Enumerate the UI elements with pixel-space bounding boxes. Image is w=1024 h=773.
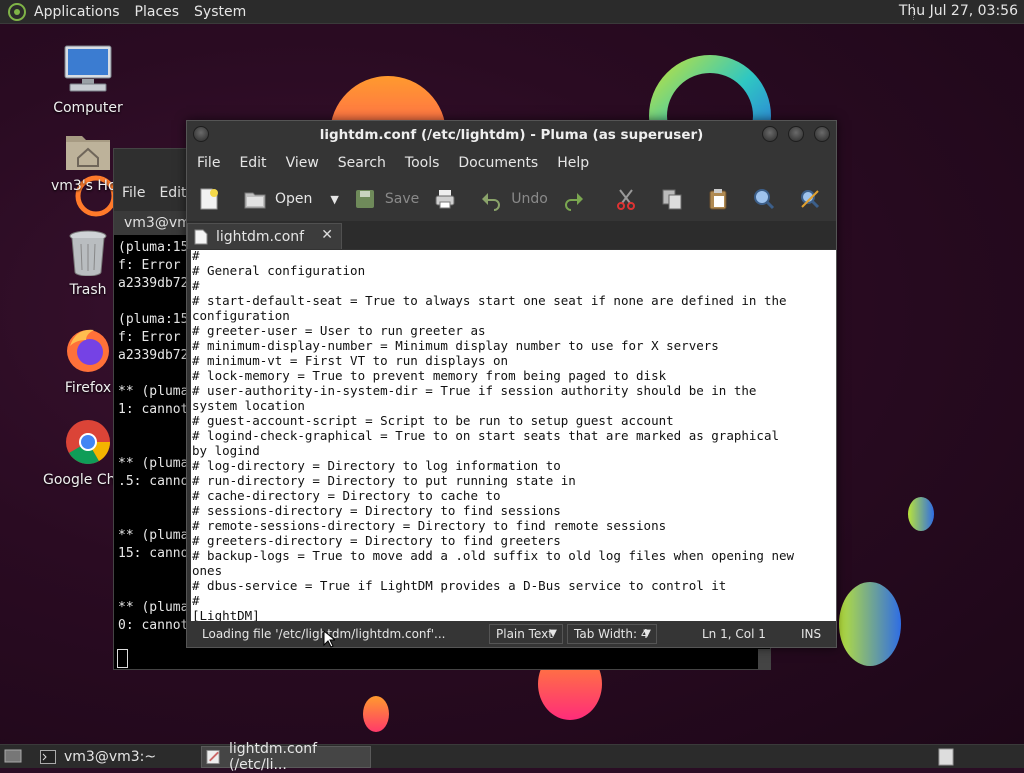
text-editor[interactable]: # # General configuration # # start-defa… [191, 250, 836, 622]
menu-help[interactable]: Help [557, 155, 589, 171]
mouse-pointer-icon [323, 630, 335, 648]
taskbar-item-terminal[interactable]: vm3@vm3:~ [36, 746, 196, 768]
tab-close-icon[interactable]: ✕ [321, 227, 333, 243]
menu-places[interactable]: Places [135, 4, 180, 20]
copy-button[interactable] [660, 187, 692, 211]
terminal-output: (pluma:15 f: Error a2339db72 (pluma:15 f… [118, 240, 189, 633]
chevron-down-icon: ▼ [549, 628, 557, 639]
cut-button[interactable] [614, 187, 646, 211]
save-icon [355, 190, 374, 208]
pluma-titlebar[interactable]: lightdm.conf (/etc/lightdm) - Pluma (as … [187, 121, 836, 149]
terminal-menu-file[interactable]: File [122, 185, 145, 201]
taskbar-item-pluma[interactable]: lightdm.conf (/etc/li... [201, 741, 371, 773]
terminal-icon [40, 750, 56, 764]
undo-button[interactable]: Undo [479, 187, 548, 211]
text-editor-icon [206, 749, 220, 765]
window-title: lightdm.conf (/etc/lightdm) - Pluma (as … [319, 127, 704, 143]
chrome-icon [66, 420, 110, 464]
find-replace-icon [800, 190, 819, 209]
chevron-down-icon: ▼ [643, 628, 651, 639]
redo-button[interactable] [562, 187, 594, 211]
show-desktop-icon[interactable] [4, 748, 22, 764]
open-folder-icon [244, 192, 266, 209]
maximize-button[interactable] [788, 126, 804, 142]
desktop-icon-computer[interactable]: Computer [43, 44, 133, 116]
tab-label: lightdm.conf [216, 228, 305, 245]
open-button[interactable]: Open ▼ [243, 187, 339, 211]
minimize-button[interactable] [762, 126, 778, 142]
workspace-switcher-icon[interactable] [938, 748, 954, 766]
editor-content[interactable]: # # General configuration # # start-defa… [191, 250, 836, 622]
tab-lightdm-conf[interactable]: lightdm.conf ✕ [187, 223, 342, 249]
cut-icon [616, 189, 635, 210]
menu-search[interactable]: Search [338, 155, 386, 171]
trash-icon [69, 230, 107, 277]
menu-applications[interactable]: Applications [34, 4, 120, 20]
text-document-icon [194, 229, 208, 244]
terminal-tab[interactable]: vm3@vm3 [114, 211, 200, 235]
menu-file[interactable]: File [197, 155, 220, 171]
terminal-menu-edit[interactable]: Edit [159, 185, 186, 201]
save-button[interactable]: Save [353, 187, 419, 211]
pluma-menubar: File Edit View Search Tools Documents He… [187, 149, 836, 177]
pluma-toolbar: Open ▼ Save Undo [187, 177, 836, 221]
paste-button[interactable] [706, 187, 738, 211]
clock[interactable]: Thu Jul 27, 03:56 [899, 3, 1018, 19]
home-folder-icon [66, 136, 110, 170]
menu-view[interactable]: View [286, 155, 319, 171]
firefox-icon [67, 329, 109, 372]
top-panel: Applications Places System Thu Jul 27, 0… [0, 0, 1024, 24]
insert-mode: INS [801, 627, 822, 641]
syntax-dropdown[interactable]: Plain Text ▼ [489, 624, 563, 644]
open-recent-dropdown-icon[interactable]: ▼ [330, 193, 338, 206]
undo-label: Undo [511, 191, 548, 207]
undo-icon [482, 193, 501, 211]
redo-icon [564, 193, 583, 211]
menu-edit[interactable]: Edit [239, 155, 266, 171]
new-button[interactable] [197, 187, 229, 211]
find-button[interactable] [752, 187, 784, 211]
menu-documents[interactable]: Documents [458, 155, 538, 171]
window-menu-button[interactable] [193, 126, 209, 142]
document-tabs: lightdm.conf ✕ [187, 221, 836, 249]
menu-system[interactable]: System [194, 4, 246, 20]
replace-button[interactable] [798, 187, 830, 211]
cursor-position: Ln 1, Col 1 [702, 627, 766, 641]
terminal-cursor [117, 649, 128, 668]
search-icon [753, 189, 774, 210]
terminal-scrollbar[interactable] [758, 649, 770, 669]
new-document-icon [200, 188, 218, 210]
open-label: Open [275, 191, 313, 207]
status-bar: Loading file '/etc/lightdm/lightdm.conf'… [187, 621, 836, 647]
computer-icon [64, 45, 112, 92]
tab-width-dropdown[interactable]: Tab Width: 4 ▼ [567, 624, 657, 644]
save-label: Save [384, 191, 420, 207]
print-button[interactable] [433, 187, 465, 211]
menu-tools[interactable]: Tools [405, 155, 440, 171]
copy-icon [662, 189, 682, 210]
print-icon [435, 190, 455, 209]
pluma-window[interactable]: lightdm.conf (/etc/lightdm) - Pluma (as … [186, 120, 837, 648]
mate-logo-icon [8, 2, 26, 21]
paste-icon [709, 189, 727, 210]
bottom-panel: vm3@vm3:~ lightdm.conf (/etc/li... [0, 741, 1024, 773]
close-button[interactable] [814, 126, 830, 142]
